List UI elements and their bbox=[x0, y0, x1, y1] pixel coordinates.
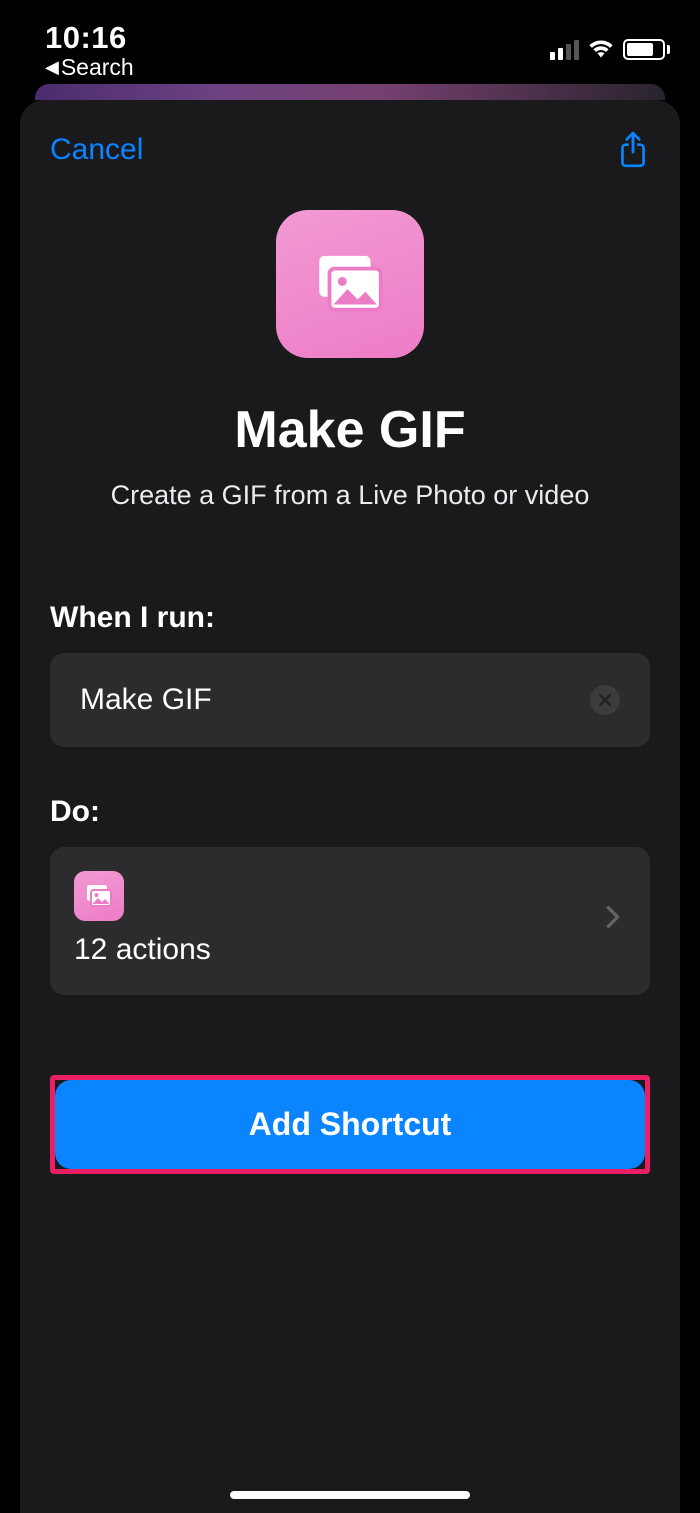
back-label: Search bbox=[61, 54, 134, 81]
clear-name-button[interactable] bbox=[590, 685, 620, 715]
cancel-button[interactable]: Cancel bbox=[50, 133, 143, 167]
add-shortcut-container: Add Shortcut bbox=[20, 1075, 680, 1174]
home-indicator[interactable] bbox=[230, 1491, 470, 1499]
wifi-icon bbox=[587, 36, 615, 63]
photos-stack-icon bbox=[83, 880, 115, 912]
back-to-search[interactable]: ◀ Search bbox=[45, 54, 134, 81]
sheet-header: Cancel bbox=[20, 100, 680, 180]
share-icon bbox=[618, 131, 648, 169]
status-time: 10:16 bbox=[45, 20, 127, 56]
add-shortcut-button[interactable]: Add Shortcut bbox=[55, 1080, 645, 1169]
actions-count: 12 actions bbox=[74, 933, 211, 967]
do-label: Do: bbox=[50, 795, 650, 829]
cellular-signal-icon bbox=[550, 40, 579, 60]
status-indicators bbox=[550, 20, 670, 63]
shortcut-name-input[interactable]: Make GIF bbox=[50, 653, 650, 747]
shortcut-subtitle: Create a GIF from a Live Photo or video bbox=[111, 480, 590, 511]
status-bar: 10:16 ◀ Search bbox=[0, 0, 700, 90]
battery-icon bbox=[623, 39, 670, 60]
when-label: When I run: bbox=[50, 601, 650, 635]
shortcut-detail-sheet: Cancel Make GIF Create a GIF from a Live… bbox=[20, 100, 680, 1513]
share-button[interactable] bbox=[616, 130, 650, 170]
chevron-right-icon bbox=[606, 905, 620, 934]
shortcut-hero: Make GIF Create a GIF from a Live Photo … bbox=[20, 180, 680, 511]
actions-row[interactable]: 12 actions bbox=[50, 847, 650, 995]
photos-stack-icon bbox=[309, 243, 391, 325]
when-i-run-section: When I run: Make GIF bbox=[20, 601, 680, 747]
shortcut-title: Make GIF bbox=[234, 400, 465, 460]
shortcut-name-value: Make GIF bbox=[80, 683, 212, 717]
status-left: 10:16 ◀ Search bbox=[45, 20, 134, 81]
background-card-peek bbox=[35, 84, 665, 100]
close-icon bbox=[598, 693, 612, 707]
shortcut-icon bbox=[276, 210, 424, 358]
annotation-highlight: Add Shortcut bbox=[50, 1075, 650, 1174]
back-arrow-icon: ◀ bbox=[45, 57, 59, 78]
do-section: Do: 12 actions bbox=[20, 795, 680, 995]
actions-mini-icon bbox=[74, 871, 124, 921]
